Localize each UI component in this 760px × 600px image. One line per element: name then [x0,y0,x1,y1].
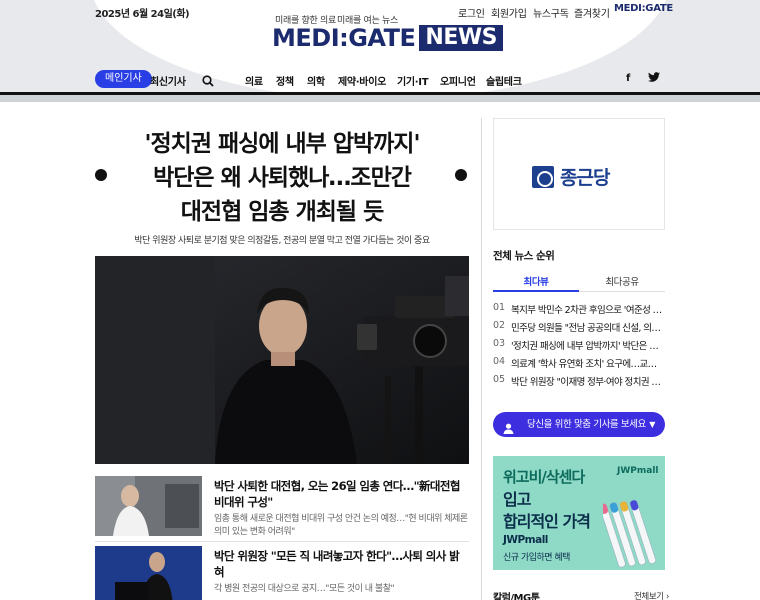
twitter-icon[interactable] [648,72,660,86]
medigate-home-link[interactable]: MEDI:GATE [614,3,673,14]
ranking-item-4[interactable]: 04 의료계 '학사 유연화 조치' 요구에…교육부 "계획 없다" [493,354,665,372]
ranking-number: 04 [493,356,506,367]
header-date: 2025년 6월 24일(화) [95,9,190,20]
signup-link[interactable]: 회원가입 [491,5,527,20]
chongkundang-text: 종근당 [560,167,610,189]
headline-line-3: 대전협 임총 개최될 듯 [180,199,384,225]
logo-medi: MEDI:GATE [272,24,416,52]
chongkundang-emblem-icon [532,165,554,188]
headline-line-2: 박단은 왜 사퇴했나…조만간 [153,165,412,191]
chongkundang-logo: 종근당 [532,163,610,190]
ranking-text: '정치권 패싱에 내부 압박까지' 박단은 왜 사퇴했나 [511,341,665,352]
sub-article-2[interactable]: 박단 위원장 "모든 직 내려놓고자 한다"…사퇴 의사 밝혀 각 병원 전공의… [95,546,469,600]
active-tab-indicator [493,290,579,292]
user-icon [503,419,514,434]
chevron-down-icon: ▼ [649,420,655,429]
sub-article-1-thumbnail[interactable] [95,476,202,536]
nav-main-articles[interactable]: 메인기사 [95,70,152,88]
ranking-item-5[interactable]: 05 박단 위원장 "이재명 정부·여야 정치권 모두 의료계 외면" [493,372,665,390]
tab-most-shared[interactable]: 최다공유 [579,274,665,288]
ranking-item-3[interactable]: 03 '정치권 패싱에 내부 압박까지' 박단은 왜 사퇴했나 [493,336,665,354]
nav-pharma-bio[interactable]: 제약·바이오 [338,73,386,88]
site-header: 2025년 6월 24일(화) 로그인 회원가입 뉴스구독 즐겨찾기 MEDI:… [0,0,760,92]
column-divider [481,118,482,600]
nav-medical[interactable]: 의료 [245,73,263,88]
tab-most-viewed[interactable]: 최다뷰 [493,274,579,288]
column-section-title: 칼럼/MG툰 [493,593,540,600]
jwp-ad-line-4: JWPmall [503,534,548,546]
injection-pens-image [599,492,663,568]
ranking-number: 01 [493,302,506,313]
ranking-text: 박단 위원장 "이재명 정부·여야 정치권 모두 의료계 외면" [511,377,665,388]
ranking-text: 의료계 '학사 유연화 조치' 요구에…교육부 "계획 없다" [511,359,665,370]
ranking-number: 02 [493,320,506,331]
subscribe-link[interactable]: 뉴스구독 [533,5,569,20]
ranking-number: 03 [493,338,506,349]
ranking-item-1[interactable]: 01 복지부 박민수 2차관 후임으로 '여준성 전 청와대 행정관' [493,300,665,318]
jwp-brand-label: JWPmall [617,466,659,476]
util-logo-text: MEDI:GATE [614,3,673,14]
sub-separator [95,541,469,542]
jwp-ad-line-1: 위고비/삭센다 [503,468,585,486]
logo-news: NEWS [419,25,503,51]
sub-article-1-title: 박단 사퇴한 대전협, 오는 26일 임총 연다…"新대전협 비대위 구성" [214,479,460,509]
jwp-ad-line-2: 입고 [503,490,531,509]
custom-articles-label: 당신을 위한 맞춤 기사를 보세요 [527,419,646,430]
jwp-ad-line-3: 합리적인 가격 [503,512,591,531]
main-headline[interactable]: '정치권 패싱에 내부 압박까지' 박단은 왜 사퇴했나…조만간 대전협 임총 … [118,127,446,229]
sub-article-2-title: 박단 위원장 "모든 직 내려놓고자 한다"…사퇴 의사 밝혀 [214,549,460,579]
site-logo[interactable]: MEDI:GATE NEWS [272,24,503,52]
sub-article-2-desc: 각 병원 전공의 대상으로 공지…"모든 것이 내 불찰" [214,584,395,594]
main-subhead: 박단 위원장 사퇴로 분기점 맞은 의정갈등, 전공의 분열 막고 전열 가다듬… [134,236,430,246]
ranking-item-2[interactable]: 02 민주당 의원들 "전남 공공의대 신설, 의료계 주장 일축" [493,318,665,336]
nav-latest[interactable]: 최신기사 [150,73,186,88]
login-link[interactable]: 로그인 [458,5,485,20]
search-icon[interactable] [202,72,214,87]
nav-opinion[interactable]: 오피니언 [440,73,476,88]
main-article-photo[interactable] [95,256,469,464]
nav-policy[interactable]: 정책 [276,73,294,88]
column-view-all-link[interactable]: 전체보기 › [634,590,669,600]
jwpmall-ad[interactable]: 위고비/삭센다 입고 합리적인 가격 JWPmall 신규 가입하면 혜택 JW… [493,456,665,570]
nav-medicine[interactable]: 의학 [307,73,325,88]
sub-article-2-thumbnail[interactable] [95,546,202,600]
nav-sleeptech[interactable]: 슬립테크 [486,73,522,88]
bookmark-link[interactable]: 즐겨찾기 [574,5,610,20]
header-shadow-bar [0,95,760,102]
press-conference-image [95,256,469,464]
sub-article-1-desc: 임총 통해 새로운 대전협 비대위 구성 안건 논의 예정…"현 비대위 체제론… [214,514,468,537]
nav-device-it[interactable]: 기기·IT [397,73,429,88]
ranking-tabs: 최다뷰 최다공유 [493,268,665,292]
headline-line-1: '정치권 패싱에 내부 압박까지' [144,131,420,157]
next-arrow-dot[interactable] [455,169,467,181]
facebook-icon[interactable]: f [626,73,630,84]
jwp-ad-line-5: 신규 가입하면 혜택 [503,553,570,563]
prev-arrow-dot[interactable] [95,169,107,181]
ranking-text: 복지부 박민수 2차관 후임으로 '여준성 전 청와대 행정관' [511,305,665,316]
custom-articles-button[interactable]: 당신을 위한 맞춤 기사를 보세요 ▼ [493,412,665,437]
ranking-title: 전체 뉴스 순위 [493,250,555,262]
chongkundang-ad[interactable]: 종근당 [493,118,665,230]
ranking-text: 민주당 의원들 "전남 공공의대 신설, 의료계 주장 일축" [511,323,665,334]
ranking-number: 05 [493,374,506,385]
main-nav: 메인기사 최신기사 의료 정책 의학 제약·바이오 기기·IT 오피니언 슬립테… [0,66,760,92]
sub-article-1[interactable]: 박단 사퇴한 대전협, 오는 26일 임총 연다…"新대전협 비대위 구성" 임… [95,476,469,540]
